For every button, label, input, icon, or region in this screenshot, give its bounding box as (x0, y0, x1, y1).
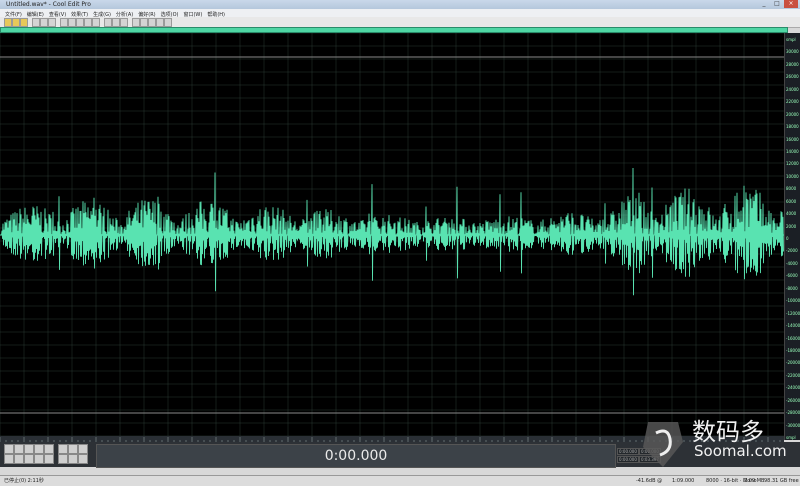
effects-icon[interactable] (140, 18, 148, 27)
scale-label: -14000 (786, 323, 800, 329)
waveform-display[interactable] (0, 32, 784, 440)
zoom-in-v-icon[interactable] (58, 454, 68, 464)
fast-forward-icon[interactable] (34, 454, 44, 464)
status-left: 已停止(0) 2:11秒 (4, 478, 44, 484)
minimize-button[interactable]: _ (758, 0, 770, 8)
scale-label: 16000 (786, 136, 799, 142)
scale-label: 6000 (786, 198, 797, 204)
status-pos: 1:09.000 (672, 478, 695, 484)
maximize-button[interactable]: □ (771, 0, 783, 8)
scale-label: 12000 (786, 161, 799, 167)
save-icon[interactable] (48, 18, 56, 27)
amplitude-scale: smpl 30000 28000 26000 24000 22000 20000 18000 1… (784, 33, 800, 440)
scale-label: -20000 (786, 360, 800, 366)
scale-label: 10000 (786, 173, 799, 179)
scale-label: 28000 (786, 61, 799, 67)
scale-label: 0 (786, 236, 789, 241)
scale-label: 2000 (786, 223, 797, 229)
scale-label: 24000 (786, 86, 799, 92)
record-icon[interactable] (4, 454, 14, 464)
scale-label: 30000 (786, 49, 799, 55)
scale-label: 8000 (786, 186, 797, 192)
paste-icon[interactable] (76, 18, 84, 27)
scale-label: 14000 (786, 148, 799, 154)
settings-icon[interactable] (120, 18, 128, 27)
status-free: 98.31 GB free (764, 478, 799, 484)
waveform-svg (0, 32, 784, 440)
go-start-icon[interactable] (14, 454, 24, 464)
scale-label: -4000 (786, 260, 798, 266)
play-to-end-icon[interactable] (34, 444, 44, 454)
scale-label: -10000 (786, 298, 800, 304)
help-icon[interactable] (164, 18, 172, 27)
zoom-in-h-icon[interactable] (58, 444, 68, 454)
loop-icon[interactable] (44, 444, 54, 454)
batch-icon[interactable] (148, 18, 156, 27)
pause-icon[interactable] (24, 444, 34, 454)
multitrack-icon[interactable] (4, 18, 12, 27)
redo-icon[interactable] (92, 18, 100, 27)
waveform-trace (0, 167, 784, 296)
menu-bar: 文件(F) 编辑(E) 查看(V) 效果(T) 生成(G) 分析(A) 偏好(R) 选项(O)… (0, 9, 800, 18)
scale-label: -8000 (786, 285, 798, 291)
rewind-icon[interactable] (24, 454, 34, 464)
scale-label: 20000 (786, 111, 799, 117)
mixer-icon[interactable] (132, 18, 140, 27)
go-end-icon[interactable] (44, 454, 54, 464)
time-readout: 0:00.000 (324, 448, 388, 464)
status-db: -41.6dB @ (636, 478, 663, 484)
undo-icon[interactable] (84, 18, 92, 27)
scale-label: -6000 (786, 273, 798, 279)
scale-label: 22000 (786, 99, 799, 105)
time-display: 0:00.000 (96, 444, 616, 468)
soomal-logo-icon (643, 422, 683, 467)
copy-icon[interactable] (68, 18, 76, 27)
scale-label: -18000 (786, 347, 800, 353)
watermark-en: Soomal.com (694, 442, 787, 460)
cd-icon[interactable] (20, 18, 28, 27)
loop-icon[interactable] (156, 18, 164, 27)
zoom-icon[interactable] (104, 18, 112, 27)
cut-icon[interactable] (60, 18, 68, 27)
scale-label: -16000 (786, 335, 800, 341)
scale-label: -26000 (786, 397, 800, 403)
status-size: 2.09 MB (744, 478, 765, 484)
zoom-sel-icon[interactable] (78, 454, 88, 464)
play-icon[interactable] (14, 444, 24, 454)
window-title: Untitled.wav* - Cool Edit Pro (6, 1, 91, 8)
open-icon[interactable] (40, 18, 48, 27)
close-button[interactable]: × (784, 0, 798, 8)
zoom-full-icon[interactable] (78, 444, 88, 454)
spectral-icon[interactable] (112, 18, 120, 27)
scale-label: -24000 (786, 385, 800, 391)
scale-label: -22000 (786, 372, 800, 378)
scale-label: 26000 (786, 74, 799, 80)
watermark: 数码多 Soomal.com (630, 412, 800, 472)
scale-label: 4000 (786, 211, 797, 217)
new-icon[interactable] (32, 18, 40, 27)
scale-label: 18000 (786, 124, 799, 130)
status-bar: 已停止(0) 2:11秒 -41.6dB @ 1:09.000 8000 · 1… (0, 475, 800, 486)
zoom-out-h-icon[interactable] (68, 444, 78, 454)
scale-label: -2000 (786, 248, 798, 254)
scale-label: -12000 (786, 310, 800, 316)
zoom-out-v-icon[interactable] (68, 454, 78, 464)
scale-label: smpl (786, 37, 796, 42)
wave-icon[interactable] (12, 18, 20, 27)
stop-icon[interactable] (4, 444, 14, 454)
